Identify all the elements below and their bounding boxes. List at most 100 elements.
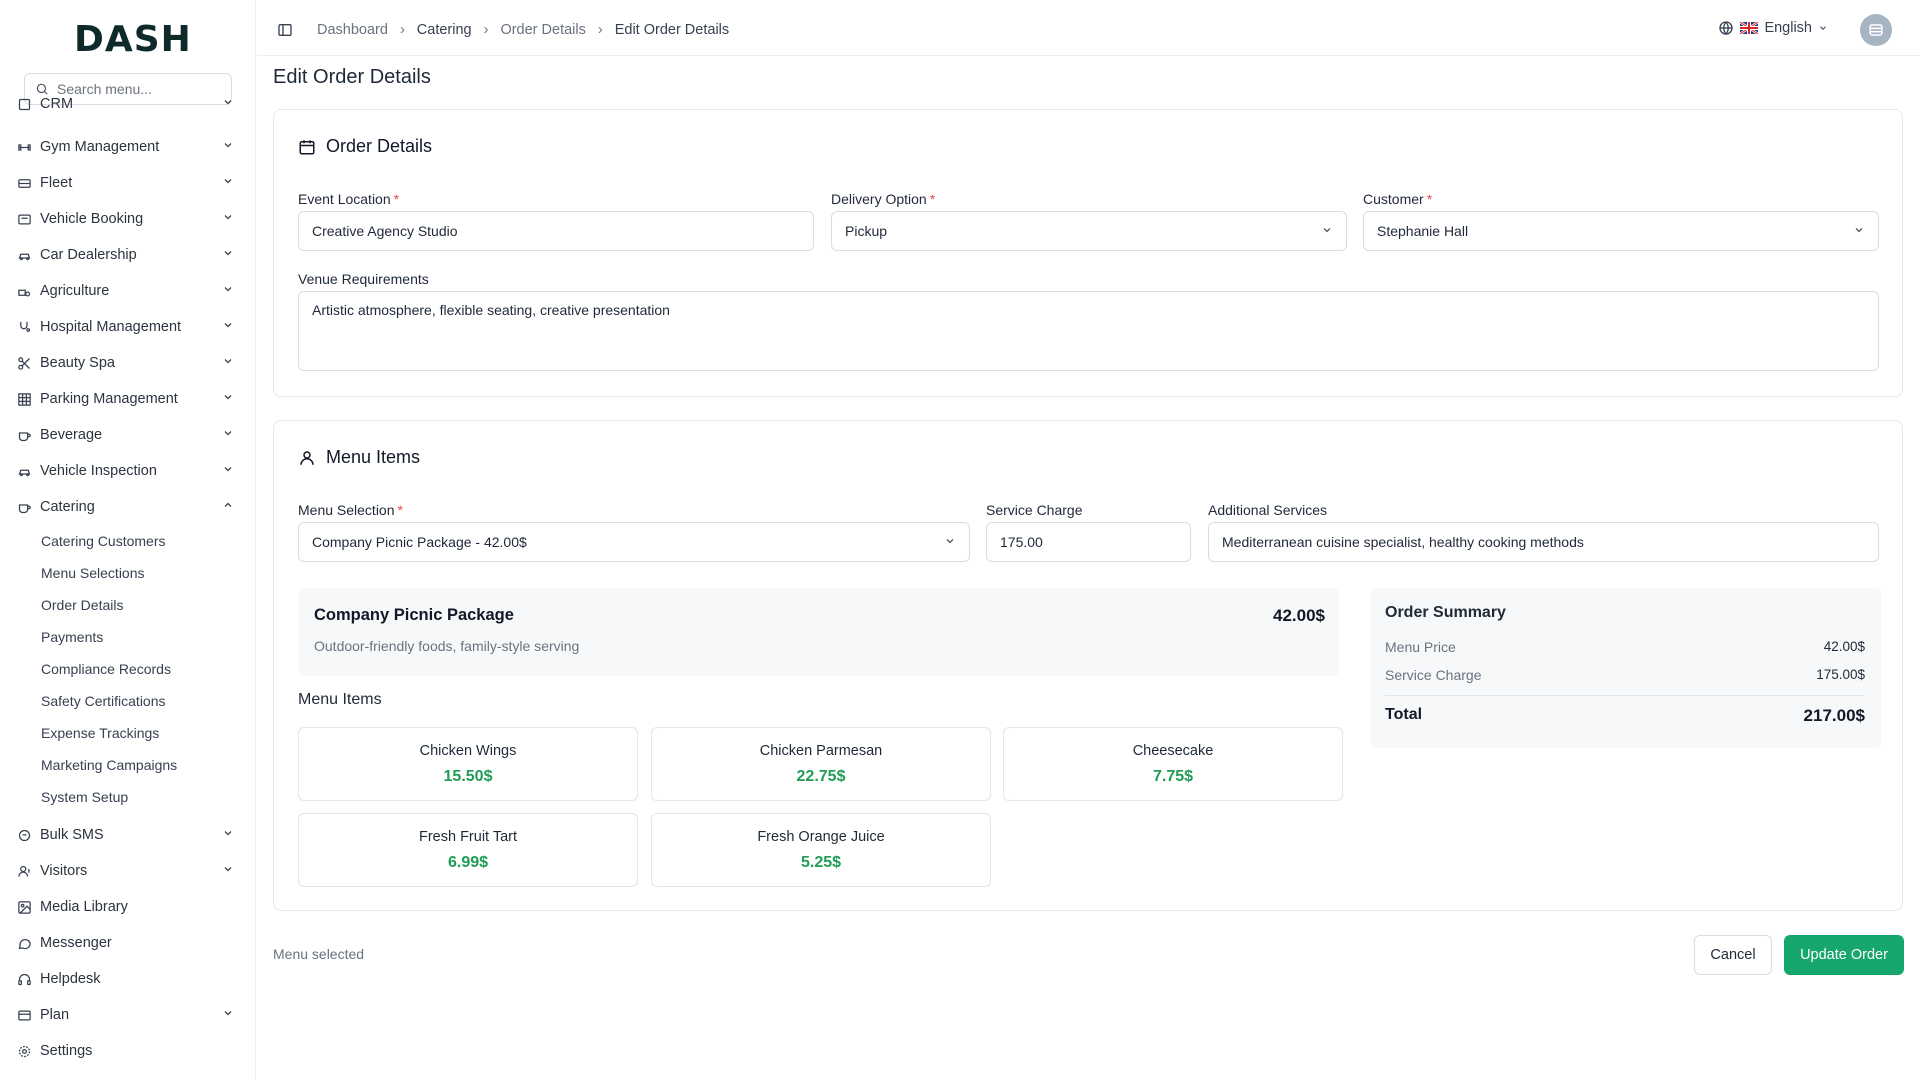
- sidebar-item-plan[interactable]: Plan: [16, 1001, 234, 1029]
- calendar-icon: [299, 139, 315, 154]
- sidebar-subitem-order-details[interactable]: Order Details: [41, 593, 123, 617]
- additional-services-value: Mediterranean cuisine specialist, health…: [1222, 534, 1584, 550]
- sidebar-item-beverage[interactable]: Beverage: [16, 421, 234, 449]
- language-selector[interactable]: English: [1718, 20, 1828, 36]
- menu-item-name: Cheesecake: [1132, 743, 1214, 759]
- headset-icon: [16, 971, 32, 987]
- chevron-down-icon: [222, 355, 234, 371]
- sidebar-item-agriculture[interactable]: Agriculture: [16, 277, 234, 305]
- venue-requirements-textarea[interactable]: Artistic atmosphere, flexible seating, c…: [298, 291, 1879, 371]
- sidebar: DASH Search menu... CRM Gym Management F…: [0, 0, 256, 1080]
- menu-item-price: 6.99$: [447, 854, 489, 871]
- avatar[interactable]: [1860, 14, 1892, 46]
- menu-item-card[interactable]: Fresh Orange Juice 5.25$: [651, 813, 991, 887]
- crm-icon: [16, 98, 32, 112]
- sidebar-item-crm[interactable]: CRM: [16, 98, 234, 112]
- sidebar-item-fleet[interactable]: Fleet: [16, 169, 234, 197]
- sidebar-item-vehicle-booking[interactable]: Vehicle Booking: [16, 205, 234, 233]
- breadcrumb-dashboard[interactable]: Dashboard: [317, 22, 388, 38]
- sidebar-item-helpdesk[interactable]: Helpdesk: [16, 965, 234, 993]
- sidebar-subitem-system-setup[interactable]: System Setup: [41, 785, 128, 809]
- chevron-down-icon: [222, 247, 234, 263]
- sidebar-item-visitors[interactable]: Visitors: [16, 857, 234, 885]
- sidebar-subitem-catering-customers[interactable]: Catering Customers: [41, 529, 166, 553]
- menu-item-card[interactable]: Cheesecake 7.75$: [1003, 727, 1343, 801]
- update-order-button[interactable]: Update Order: [1784, 935, 1904, 975]
- sidebar-item-bulk-sms[interactable]: Bulk SMS: [16, 821, 234, 849]
- sidebar-item-vehicle-inspection[interactable]: Vehicle Inspection: [16, 457, 234, 485]
- sidebar-item-beauty-spa[interactable]: Beauty Spa: [16, 349, 234, 377]
- chevron-down-icon: [222, 211, 234, 227]
- user-icon: [300, 450, 314, 465]
- sidebar-item-label: Agriculture: [40, 283, 110, 299]
- menu-item-name: Chicken Parmesan: [759, 743, 883, 759]
- sidebar-subitem-marketing-campaigns[interactable]: Marketing Campaigns: [41, 753, 177, 777]
- app-logo[interactable]: DASH: [74, 19, 192, 60]
- order-details-card: Order Details Event Location * Creative A…: [273, 109, 1903, 397]
- sidebar-item-messenger[interactable]: Messenger: [16, 929, 234, 957]
- menu-selection-label: Menu Selection *: [298, 502, 403, 518]
- sidebar-item-label: Beverage: [40, 427, 103, 443]
- menu-item-card[interactable]: Chicken Wings 15.50$: [298, 727, 638, 801]
- customer-select[interactable]: Stephanie Hall: [1363, 211, 1879, 251]
- visitors-icon: [16, 863, 32, 879]
- sidebar-item-parking-management[interactable]: Parking Management: [16, 385, 234, 413]
- summary-total-label: Total: [1385, 706, 1423, 723]
- order-summary-title: Order Summary: [1385, 604, 1506, 621]
- sidebar-item-media-library[interactable]: Media Library: [16, 893, 234, 921]
- sidebar-toggle-icon[interactable]: [277, 22, 293, 38]
- summary-service-charge-value: 175.00$: [1816, 667, 1865, 682]
- summary-divider: [1385, 695, 1865, 696]
- service-charge-value: 175.00: [1000, 534, 1043, 550]
- sidebar-subitem-compliance-records[interactable]: Compliance Records: [41, 657, 171, 681]
- breadcrumb: Dashboard › Catering › Order Details › E…: [277, 0, 729, 60]
- package-price: 42.00$: [1273, 606, 1325, 625]
- chevron-down-icon: [944, 534, 956, 550]
- chevron-right-icon: ›: [597, 22, 603, 38]
- sidebar-subitem-safety-certifications[interactable]: Safety Certifications: [41, 689, 166, 713]
- breadcrumb-catering[interactable]: Catering: [417, 22, 472, 38]
- sidebar-item-car-dealership[interactable]: Car Dealership: [16, 241, 234, 269]
- chevron-down-icon: [1321, 223, 1333, 239]
- menu-items-heading-text: Menu Items: [326, 447, 421, 467]
- sidebar-item-gym-management[interactable]: Gym Management: [16, 133, 234, 161]
- menu-selection-select[interactable]: Company Picnic Package - 42.00$: [298, 522, 970, 562]
- menu-items-heading: Menu Items: [298, 447, 420, 468]
- sidebar-item-label: Helpdesk: [40, 971, 101, 987]
- sidebar-subitem-menu-selections[interactable]: Menu Selections: [41, 561, 145, 585]
- additional-services-label: Additional Services: [1208, 502, 1328, 518]
- user-avatar-icon: [1869, 24, 1883, 36]
- breadcrumb-current: Edit Order Details: [614, 22, 730, 38]
- venue-requirements-value: Artistic atmosphere, flexible seating, c…: [312, 302, 670, 318]
- selected-package-panel: Company Picnic Package Outdoor-friendly …: [298, 588, 1339, 676]
- sidebar-item-label: Car Dealership: [40, 247, 137, 263]
- service-charge-input[interactable]: 175.00: [986, 522, 1191, 562]
- menu-item-price: 5.25$: [800, 854, 842, 871]
- top-bar: Dashboard › Catering › Order Details › E…: [257, 0, 1920, 56]
- order-details-heading: Order Details: [298, 136, 432, 157]
- cancel-button[interactable]: Cancel: [1694, 935, 1772, 975]
- globe-icon: [1719, 21, 1734, 36]
- order-summary-panel: Order Summary Menu Price 42.00$ Service …: [1371, 588, 1881, 748]
- event-location-input[interactable]: Creative Agency Studio: [298, 211, 814, 251]
- delivery-option-select[interactable]: Pickup: [831, 211, 1347, 251]
- car-icon: [16, 463, 32, 479]
- sidebar-subitem-payments[interactable]: Payments: [41, 625, 103, 649]
- chevron-down-icon: [222, 175, 234, 191]
- sidebar-subitem-expense-trackings[interactable]: Expense Trackings: [41, 721, 159, 745]
- menu-item-card[interactable]: Fresh Fruit Tart 6.99$: [298, 813, 638, 887]
- scissors-icon: [16, 355, 32, 371]
- sidebar-item-hospital-management[interactable]: Hospital Management: [16, 313, 234, 341]
- menu-item-name: Chicken Wings: [419, 743, 517, 759]
- sidebar-item-label: Messenger: [40, 935, 112, 951]
- chevron-down-icon: [222, 1007, 234, 1023]
- sidebar-item-settings[interactable]: Settings: [16, 1037, 234, 1065]
- breadcrumb-order-details[interactable]: Order Details: [500, 22, 585, 38]
- summary-total-value: 217.00$: [1803, 706, 1865, 725]
- chevron-down-icon: [222, 827, 234, 843]
- menu-item-card[interactable]: Chicken Parmesan 22.75$: [651, 727, 991, 801]
- additional-services-input[interactable]: Mediterranean cuisine specialist, health…: [1208, 522, 1879, 562]
- summary-total-row: Total 217.00$: [1385, 706, 1865, 726]
- sidebar-item-catering[interactable]: Catering: [16, 493, 234, 521]
- chevron-down-icon: [222, 139, 234, 155]
